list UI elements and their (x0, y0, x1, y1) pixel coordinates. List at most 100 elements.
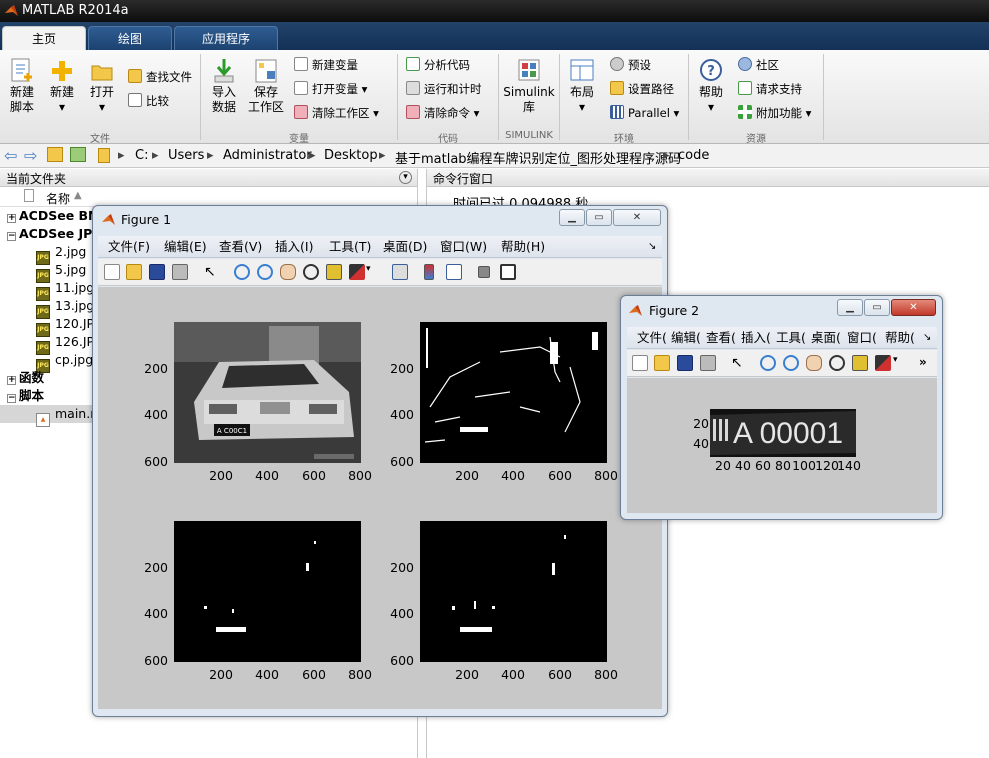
new-figure-icon[interactable] (632, 355, 648, 371)
pointer-icon[interactable]: ↖ (731, 355, 747, 371)
community-button[interactable]: 社区 (738, 56, 779, 74)
link-plot-icon[interactable] (392, 264, 408, 280)
new-script-button[interactable]: 新建 脚本 (4, 57, 40, 115)
colorbar-icon[interactable] (424, 264, 434, 280)
brush-icon[interactable] (349, 264, 365, 280)
brush-icon[interactable] (875, 355, 891, 371)
new-button[interactable]: 新建 ▾ (44, 57, 80, 115)
menu-desktop[interactable]: 桌面(D) (383, 236, 427, 258)
print-icon[interactable] (172, 264, 188, 280)
minimize-button[interactable]: ▁ (559, 209, 585, 226)
menu-file[interactable]: 文件(F) (108, 236, 150, 258)
clear-commands-button[interactable]: 清除命令 ▾ (406, 104, 479, 122)
pan-hand-icon[interactable] (806, 355, 822, 371)
rotate-3d-icon[interactable] (829, 355, 845, 371)
menu-tools[interactable]: 工具( (776, 327, 806, 349)
menu-window[interactable]: 窗口(W) (440, 236, 487, 258)
zoom-out-icon[interactable] (257, 264, 273, 280)
menu-desktop[interactable]: 桌面( (811, 327, 841, 349)
open-file-icon[interactable] (654, 355, 670, 371)
preferences-button[interactable]: 预设 (610, 56, 651, 74)
clear-workspace-button[interactable]: 清除工作区 ▾ (294, 104, 379, 122)
x-tick-label: 800 (348, 667, 372, 682)
menu-help[interactable]: 帮助(H) (501, 236, 545, 258)
open-button[interactable]: 打开 ▾ (84, 57, 120, 115)
collapse-icon[interactable]: − (7, 232, 16, 241)
print-icon[interactable] (700, 355, 716, 371)
menu-tools[interactable]: 工具(T) (329, 236, 371, 258)
layout-button[interactable]: 布局 ▾ (564, 57, 600, 115)
data-cursor-icon[interactable] (852, 355, 868, 371)
pan-hand-icon[interactable] (280, 264, 296, 280)
chevron-down-icon[interactable]: ▾ (366, 264, 374, 280)
menu-edit[interactable]: 编辑( (671, 327, 701, 349)
matlab-logo-icon (5, 5, 18, 16)
path-segment[interactable]: Desktop (324, 148, 378, 163)
save-workspace-button[interactable]: 保存 工作区 (246, 57, 286, 115)
save-icon[interactable] (149, 264, 165, 280)
chevron-down-icon[interactable]: ▾ (893, 355, 901, 371)
help-button[interactable]: ? 帮助 ▾ (694, 57, 728, 115)
menu-view[interactable]: 查看(V) (219, 236, 262, 258)
menu-insert[interactable]: 插入(I) (275, 236, 313, 258)
menu-overflow-icon[interactable]: ↘ (923, 327, 931, 349)
open-file-icon[interactable] (126, 264, 142, 280)
data-cursor-icon[interactable] (326, 264, 342, 280)
menu-insert[interactable]: 插入( (741, 327, 771, 349)
menu-edit[interactable]: 编辑(E) (164, 236, 207, 258)
show-plot-tools-icon[interactable] (500, 264, 516, 280)
up-folder-icon[interactable] (47, 147, 63, 162)
close-button[interactable]: ✕ (613, 209, 661, 226)
menu-overflow-icon[interactable]: ↘ (648, 236, 656, 258)
collapse-icon[interactable]: − (7, 394, 16, 403)
menu-view[interactable]: 查看( (706, 327, 736, 349)
menu-file[interactable]: 文件( (637, 327, 667, 349)
forward-arrow-icon[interactable]: ⇨ (24, 146, 37, 165)
panel-menu-icon[interactable]: ▾ (399, 171, 412, 184)
compare-button[interactable]: 比较 (128, 92, 169, 110)
command-window-title: 命令行窗口 (433, 172, 494, 186)
hide-plot-tools-icon[interactable] (478, 266, 490, 278)
zoom-in-icon[interactable] (234, 264, 250, 280)
path-segment[interactable]: 基于matlab编程车牌识别定位_图形处理程序源码 (395, 148, 681, 167)
menu-help[interactable]: 帮助( (885, 327, 915, 349)
figure-1-window[interactable]: Figure 1 ▁ ▭ ✕ 文件(F) 编辑(E) 查看(V) 插入(I) 工… (92, 205, 668, 717)
tab-home[interactable]: 主页 (2, 26, 86, 50)
back-arrow-icon[interactable]: ⇦ (4, 146, 17, 165)
analyze-code-button[interactable]: 分析代码 (406, 56, 470, 74)
run-and-time-button[interactable]: 运行和计时 (406, 80, 482, 98)
column-header[interactable]: 名称 ▲ (0, 187, 417, 207)
set-path-button[interactable]: 设置路径 (610, 80, 674, 98)
browse-folder-icon[interactable] (70, 147, 86, 162)
simulink-library-button[interactable]: Simulink 库 (502, 57, 556, 115)
path-segment[interactable]: C: (135, 148, 148, 163)
toolbar-overflow-icon[interactable]: » (919, 355, 935, 371)
expand-icon[interactable]: + (7, 376, 16, 385)
maximize-button[interactable]: ▭ (586, 209, 612, 226)
tab-apps[interactable]: 应用程序 (174, 26, 278, 50)
expand-icon[interactable]: + (7, 214, 16, 223)
rotate-3d-icon[interactable] (303, 264, 319, 280)
new-figure-icon[interactable] (104, 264, 120, 280)
find-files-button[interactable]: 查找文件 (128, 68, 192, 86)
pointer-icon[interactable]: ↖ (204, 264, 220, 280)
path-segment[interactable]: Administrator (223, 148, 312, 163)
open-variable-button[interactable]: 打开变量 ▾ (294, 80, 367, 98)
maximize-button[interactable]: ▭ (864, 299, 890, 316)
path-segment[interactable]: Users (168, 148, 204, 163)
path-segment[interactable]: code (678, 148, 709, 163)
figure-2-window[interactable]: Figure 2 ▁ ▭ ✕ 文件( 编辑( 查看( 插入( 工具( 桌面( 窗… (620, 295, 943, 520)
minimize-button[interactable]: ▁ (837, 299, 863, 316)
add-ons-button[interactable]: 附加功能 ▾ (738, 104, 811, 122)
request-support-button[interactable]: 请求支持 (738, 80, 802, 98)
zoom-in-icon[interactable] (760, 355, 776, 371)
zoom-out-icon[interactable] (783, 355, 799, 371)
save-icon[interactable] (677, 355, 693, 371)
tab-plots[interactable]: 绘图 (88, 26, 172, 50)
legend-icon[interactable] (446, 264, 462, 280)
menu-window[interactable]: 窗口( (847, 327, 877, 349)
parallel-button[interactable]: Parallel ▾ (610, 104, 679, 122)
import-data-button[interactable]: 导入 数据 (206, 57, 242, 115)
new-variable-button[interactable]: 新建变量 (294, 56, 358, 74)
close-button[interactable]: ✕ (891, 299, 936, 316)
